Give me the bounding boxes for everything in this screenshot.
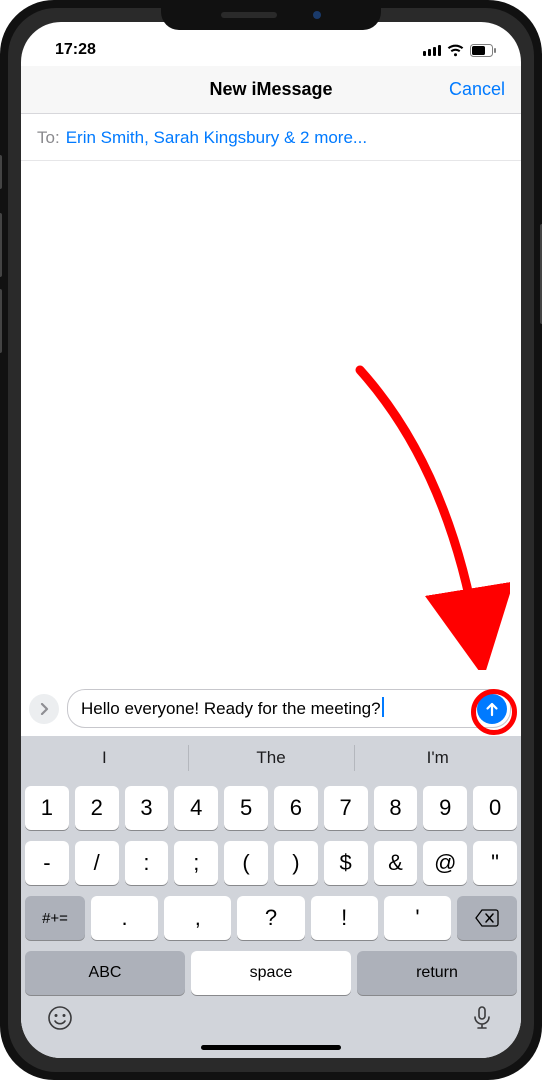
key-lparen[interactable]: ( — [224, 841, 268, 885]
to-label: To: — [37, 128, 60, 148]
key-0[interactable]: 0 — [473, 786, 517, 830]
key-colon[interactable]: : — [125, 841, 169, 885]
cancel-button[interactable]: Cancel — [449, 79, 505, 100]
key-1[interactable]: 1 — [25, 786, 69, 830]
volume-down — [0, 289, 2, 353]
home-indicator[interactable] — [201, 1045, 341, 1050]
status-time: 17:28 — [55, 41, 96, 59]
keyboard-row-3: #+= . , ? ! ' — [25, 896, 517, 940]
dictation-button[interactable] — [469, 1005, 495, 1036]
message-text: Hello everyone! Ready for the meeting? — [81, 699, 381, 718]
screen: 17:28 New iMessage Cancel To: Erin Smith… — [21, 22, 521, 1058]
keyboard-row-2: - / : ; ( ) $ & @ " — [25, 841, 517, 885]
backspace-key[interactable] — [457, 896, 517, 940]
key-dollar[interactable]: $ — [324, 841, 368, 885]
key-dash[interactable]: - — [25, 841, 69, 885]
conversation-area — [21, 161, 521, 681]
backspace-icon — [475, 909, 499, 927]
cellular-icon — [423, 44, 441, 56]
key-at[interactable]: @ — [423, 841, 467, 885]
microphone-icon — [469, 1005, 495, 1031]
symbols-key[interactable]: #+= — [25, 896, 85, 940]
key-comma[interactable]: , — [164, 896, 231, 940]
keyboard-row-1: 1 2 3 4 5 6 7 8 9 0 — [25, 786, 517, 830]
key-apostrophe[interactable]: ' — [384, 896, 451, 940]
key-3[interactable]: 3 — [125, 786, 169, 830]
volume-up — [0, 213, 2, 277]
return-key[interactable]: return — [357, 951, 517, 995]
key-6[interactable]: 6 — [274, 786, 318, 830]
page-title: New iMessage — [209, 79, 332, 100]
key-period[interactable]: . — [91, 896, 158, 940]
key-2[interactable]: 2 — [75, 786, 119, 830]
key-9[interactable]: 9 — [423, 786, 467, 830]
key-amp[interactable]: & — [374, 841, 418, 885]
key-4[interactable]: 4 — [174, 786, 218, 830]
key-slash[interactable]: / — [75, 841, 119, 885]
emoji-icon — [47, 1005, 73, 1031]
nav-bar: New iMessage Cancel — [21, 66, 521, 114]
key-7[interactable]: 7 — [324, 786, 368, 830]
notch — [161, 0, 381, 30]
send-button[interactable] — [477, 694, 507, 724]
key-question[interactable]: ? — [237, 896, 304, 940]
key-rparen[interactable]: ) — [274, 841, 318, 885]
abc-key[interactable]: ABC — [25, 951, 185, 995]
mute-switch — [0, 155, 2, 189]
emoji-button[interactable] — [47, 1005, 73, 1036]
space-key[interactable]: space — [191, 951, 351, 995]
key-semicolon[interactable]: ; — [174, 841, 218, 885]
key-5[interactable]: 5 — [224, 786, 268, 830]
keyboard-row-4: ABC space return — [25, 951, 517, 995]
suggestion-1[interactable]: I — [21, 736, 188, 780]
message-input[interactable]: Hello everyone! Ready for the meeting? — [67, 689, 511, 728]
text-cursor — [382, 697, 384, 717]
keyboard: 1 2 3 4 5 6 7 8 9 0 - / : ; ( ) $ & @ — [21, 780, 521, 1058]
compose-row: Hello everyone! Ready for the meeting? — [21, 681, 521, 736]
recipients-list: Erin Smith, Sarah Kingsbury & 2 more... — [66, 128, 367, 148]
quicktype-bar: I The I'm — [21, 736, 521, 780]
key-exclaim[interactable]: ! — [311, 896, 378, 940]
key-quote[interactable]: " — [473, 841, 517, 885]
phone-frame: 17:28 New iMessage Cancel To: Erin Smith… — [0, 0, 542, 1080]
suggestion-3[interactable]: I'm — [354, 736, 521, 780]
expand-apps-button[interactable] — [29, 694, 59, 724]
wifi-icon — [447, 44, 464, 57]
key-8[interactable]: 8 — [374, 786, 418, 830]
to-field[interactable]: To: Erin Smith, Sarah Kingsbury & 2 more… — [21, 114, 521, 161]
battery-icon — [470, 44, 497, 57]
suggestion-2[interactable]: The — [188, 736, 355, 780]
